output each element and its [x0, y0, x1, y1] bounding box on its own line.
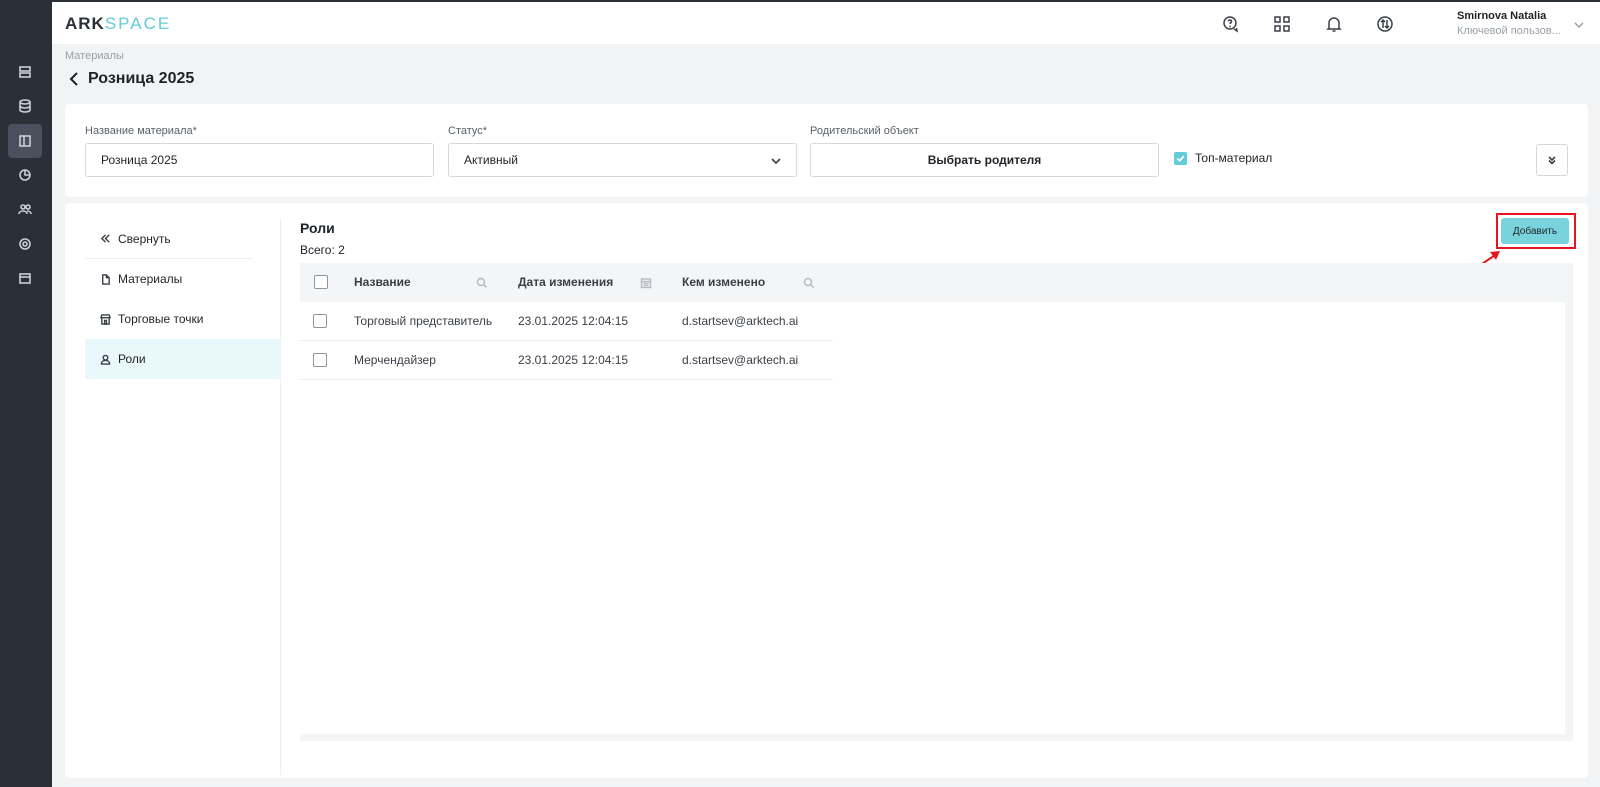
- rail-gear-icon[interactable]: [8, 227, 42, 261]
- cell-name: Торговый представитель: [354, 314, 493, 328]
- add-button[interactable]: Добавить: [1501, 218, 1569, 244]
- status-label: Статус*: [448, 125, 488, 137]
- cell-name: Мерчендайзер: [354, 353, 436, 367]
- logo-text-space: SPACE: [104, 14, 172, 33]
- add-button-highlight: Добавить: [1496, 213, 1576, 249]
- sync-icon[interactable]: [1375, 14, 1395, 34]
- rail-users-icon[interactable]: [8, 192, 42, 226]
- material-form-card: Название материала* Статус* Активный Род…: [65, 104, 1588, 197]
- table-row[interactable]: Торговый представитель 23.01.2025 12:04:…: [300, 302, 833, 341]
- side-item-label: Роли: [118, 352, 146, 366]
- top-material-label: Топ-материал: [1195, 151, 1273, 165]
- support-chat-icon[interactable]: [1221, 14, 1241, 34]
- side-item-roles[interactable]: Роли: [85, 339, 281, 379]
- apps-grid-icon[interactable]: [1272, 14, 1292, 34]
- row-checkbox[interactable]: [313, 353, 327, 367]
- double-chevron-left-icon: [99, 233, 111, 245]
- rail-database-icon[interactable]: [8, 89, 42, 123]
- breadcrumb[interactable]: Материалы: [65, 50, 124, 62]
- side-item-stores[interactable]: Торговые точки: [85, 299, 281, 339]
- status-value: Активный: [464, 153, 518, 167]
- user-name: Smirnova Natalia: [1457, 10, 1547, 22]
- cell-changed-by: d.startsev@arktech.ai: [682, 314, 799, 328]
- cell-changed-by: d.startsev@arktech.ai: [682, 353, 799, 367]
- status-select[interactable]: Активный: [448, 143, 797, 177]
- table-row[interactable]: Мерчендайзер 23.01.2025 12:04:15 d.start…: [300, 341, 833, 380]
- double-chevron-down-icon: [1548, 156, 1556, 165]
- row-checkbox[interactable]: [313, 314, 327, 328]
- title-row: Розница 2025: [66, 70, 194, 88]
- cell-date: 23.01.2025 12:04:15: [518, 314, 629, 328]
- chevron-down-icon[interactable]: [1573, 18, 1585, 30]
- name-label: Название материала*: [85, 125, 197, 137]
- column-header-date[interactable]: Дата изменения: [518, 275, 613, 289]
- chevron-down-icon: [770, 155, 782, 167]
- select-all-checkbox[interactable]: [314, 275, 328, 289]
- file-icon: [99, 273, 111, 285]
- store-icon: [99, 313, 111, 325]
- main-content-card: Свернуть Материалы Торговые точки Роли Р…: [65, 203, 1588, 778]
- user-icon: [99, 353, 111, 365]
- logo-text-ark: ARK: [65, 14, 105, 33]
- parent-label: Родительский объект: [810, 125, 919, 137]
- top-material-checkbox[interactable]: Топ-материал: [1174, 151, 1272, 165]
- rail-server-icon[interactable]: [8, 55, 42, 89]
- collapse-button[interactable]: Свернуть: [85, 219, 253, 259]
- rail-materials-icon[interactable]: [8, 124, 42, 158]
- section-side-nav: Свернуть Материалы Торговые точки Роли: [85, 219, 281, 775]
- total-count: Всего: 2: [300, 243, 345, 257]
- table-header: Название Дата изменения Кем изменено: [300, 263, 1573, 302]
- page-title: Розница 2025: [88, 70, 195, 87]
- column-header-changed-by[interactable]: Кем изменено: [682, 275, 765, 289]
- user-menu[interactable]: Smirnova Natalia Ключевой пользов...: [1457, 10, 1567, 37]
- user-role: Ключевой пользов...: [1457, 25, 1561, 37]
- calendar-filter-icon[interactable]: [640, 276, 652, 289]
- search-icon[interactable]: [476, 276, 488, 288]
- rail-calendar-icon[interactable]: [8, 261, 42, 295]
- left-rail: [0, 0, 52, 787]
- roles-table: Название Дата изменения Кем изменено Тор…: [300, 263, 1573, 741]
- column-header-name[interactable]: Название: [354, 275, 411, 289]
- collapse-label: Свернуть: [118, 231, 171, 246]
- checkbox-checked-icon[interactable]: [1174, 151, 1187, 165]
- side-item-label: Материалы: [118, 272, 183, 286]
- side-item-materials[interactable]: Материалы: [85, 259, 281, 299]
- cell-date: 23.01.2025 12:04:15: [518, 353, 629, 367]
- material-name-input[interactable]: [85, 143, 434, 177]
- search-icon[interactable]: [803, 276, 815, 288]
- top-header: ARKSPACE Smirnova Natalia Ключевой польз…: [52, 0, 1600, 44]
- bell-icon[interactable]: [1324, 14, 1344, 34]
- select-parent-button[interactable]: Выбрать родителя: [810, 143, 1159, 177]
- expand-form-button[interactable]: [1536, 144, 1568, 176]
- side-item-label: Торговые точки: [118, 312, 204, 326]
- rail-chart-icon[interactable]: [8, 158, 42, 192]
- app-logo[interactable]: ARKSPACE: [65, 14, 171, 34]
- back-arrow-icon[interactable]: [66, 70, 82, 88]
- section-title: Роли: [300, 220, 335, 236]
